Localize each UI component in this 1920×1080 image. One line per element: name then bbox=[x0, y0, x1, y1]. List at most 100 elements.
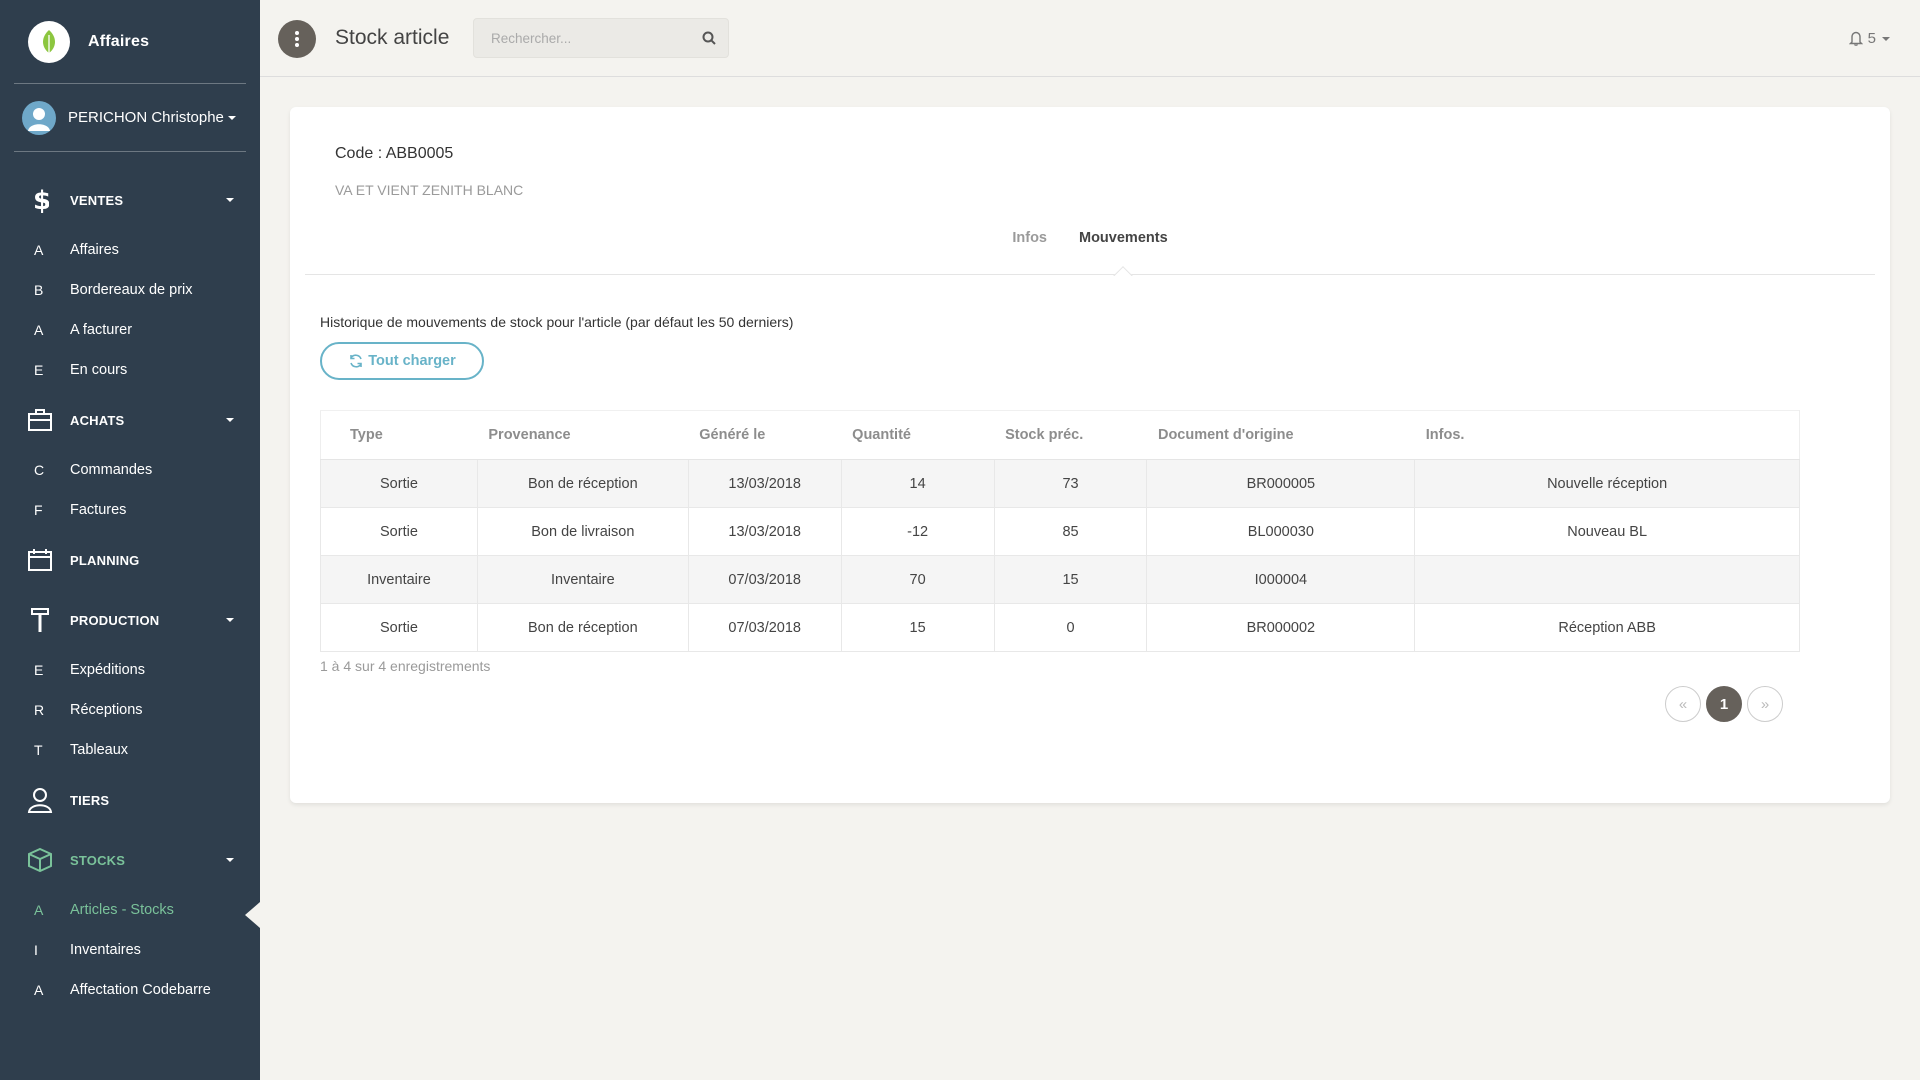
vertical-dots-icon bbox=[295, 31, 299, 47]
cell-infos: Réception ABB bbox=[1414, 603, 1800, 652]
search-icon[interactable] bbox=[690, 31, 728, 45]
tabs: Infos Mouvements bbox=[305, 215, 1875, 275]
sidebar-section-ventes[interactable]: $ VENTES bbox=[0, 170, 260, 230]
sidebar-item-label: Réceptions bbox=[70, 702, 143, 718]
item-abbr: E bbox=[34, 362, 44, 378]
chevron-down-icon bbox=[228, 116, 236, 120]
cell-stock-prec: 15 bbox=[993, 555, 1148, 604]
sidebar-item-tableaux[interactable]: T Tableaux bbox=[0, 730, 260, 770]
sidebar-section-production[interactable]: PRODUCTION bbox=[0, 590, 260, 650]
cell-type: Sortie bbox=[320, 459, 478, 508]
refresh-icon bbox=[348, 353, 364, 369]
column-header-provenance[interactable]: Provenance bbox=[477, 410, 689, 460]
table-row[interactable]: Inventaire Inventaire 07/03/2018 70 15 I… bbox=[320, 555, 1800, 604]
chevron-down-icon bbox=[226, 418, 234, 422]
chevron-down-icon bbox=[1882, 36, 1890, 41]
cell-quantite: 70 bbox=[840, 555, 995, 604]
sidebar-section-stocks[interactable]: STOCKS bbox=[0, 830, 260, 890]
movements-table: Type Provenance Généré le Quantité Stock… bbox=[320, 410, 1800, 652]
cell-stock-prec: 0 bbox=[993, 603, 1148, 652]
column-header-stock-prec[interactable]: Stock préc. bbox=[994, 410, 1147, 460]
pagination-page-button[interactable]: 1 bbox=[1706, 686, 1742, 722]
bell-icon bbox=[1848, 31, 1863, 46]
menu-toggle-button[interactable] bbox=[278, 20, 316, 58]
item-abbr: A bbox=[34, 902, 44, 918]
column-header-infos[interactable]: Infos. bbox=[1414, 410, 1800, 460]
sidebar-item-affectation-codebarre[interactable]: A Affectation Codebarre bbox=[0, 970, 260, 1010]
user-name: PERICHON Christophe bbox=[68, 109, 224, 126]
sidebar-item-articles-stocks[interactable]: A Articles - Stocks bbox=[0, 890, 260, 930]
sidebar-item-label: A facturer bbox=[70, 322, 133, 338]
user-menu[interactable]: PERICHON Christophe bbox=[14, 84, 246, 152]
cell-provenance: Bon de réception bbox=[476, 603, 689, 652]
cell-document: BR000002 bbox=[1146, 603, 1416, 652]
cell-quantite: 15 bbox=[840, 603, 995, 652]
column-header-quantite[interactable]: Quantité bbox=[841, 410, 995, 460]
cell-infos: Nouvelle réception bbox=[1414, 459, 1800, 508]
sidebar-item-label: Factures bbox=[70, 502, 127, 518]
sidebar-item-label: Affectation Codebarre bbox=[70, 982, 211, 998]
sidebar-section-tiers[interactable]: TIERS bbox=[0, 770, 260, 830]
sidebar-item-receptions[interactable]: R Réceptions bbox=[0, 690, 260, 730]
cell-date: 07/03/2018 bbox=[687, 603, 842, 652]
sidebar-item-en-cours[interactable]: E En cours bbox=[0, 350, 260, 390]
avatar bbox=[22, 100, 56, 135]
records-count: 1 à 4 sur 4 enregistrements bbox=[320, 658, 491, 674]
sidebar-section-label: PLANNING bbox=[70, 552, 140, 568]
sidebar: Affaires PERICHON Christophe $ VENTES AA… bbox=[0, 0, 260, 1080]
tab-infos[interactable]: Infos bbox=[996, 226, 1063, 274]
sidebar-item-commandes[interactable]: C Commandes bbox=[0, 450, 260, 490]
app-name: Affaires bbox=[88, 32, 150, 50]
item-abbr: F bbox=[34, 502, 43, 518]
load-all-button[interactable]: Tout charger bbox=[320, 342, 484, 380]
cell-type: Sortie bbox=[320, 603, 478, 652]
table-row[interactable]: Sortie Bon de livraison 13/03/2018 -12 8… bbox=[320, 507, 1800, 556]
column-header-genere-le[interactable]: Généré le bbox=[688, 410, 842, 460]
pagination-next-button[interactable]: » bbox=[1747, 686, 1783, 722]
sidebar-item-bordereaux[interactable]: B Bordereaux de prix bbox=[0, 270, 260, 310]
search-input[interactable] bbox=[474, 30, 690, 46]
table-row[interactable]: Sortie Bon de réception 07/03/2018 15 0 … bbox=[320, 603, 1800, 652]
table-row[interactable]: Sortie Bon de réception 13/03/2018 14 73… bbox=[320, 459, 1800, 508]
item-abbr: I bbox=[34, 942, 38, 958]
calendar-icon bbox=[26, 546, 54, 574]
pagination-prev-button[interactable]: « bbox=[1665, 686, 1701, 722]
page-title: Stock article bbox=[335, 26, 450, 49]
item-abbr: B bbox=[34, 282, 44, 298]
tab-label: Mouvements bbox=[1079, 230, 1168, 246]
sidebar-item-inventaires[interactable]: I Inventaires bbox=[0, 930, 260, 970]
sidebar-item-label: Tableaux bbox=[70, 742, 129, 758]
cell-type: Sortie bbox=[320, 507, 478, 556]
box-icon bbox=[26, 846, 54, 874]
item-abbr: A bbox=[34, 982, 44, 998]
sidebar-item-a-facturer[interactable]: A A facturer bbox=[0, 310, 260, 350]
item-abbr: A bbox=[34, 242, 44, 258]
active-indicator bbox=[245, 902, 260, 928]
sidebar-item-factures[interactable]: F Factures bbox=[0, 490, 260, 530]
sidebar-section-achats[interactable]: ACHATS bbox=[0, 390, 260, 450]
sidebar-item-label: Expéditions bbox=[70, 662, 145, 678]
search-box bbox=[473, 18, 729, 58]
sidebar-section-planning[interactable]: PLANNING bbox=[0, 530, 260, 590]
article-code: Code : ABB0005 bbox=[335, 145, 454, 162]
sidebar-item-label: Bordereaux de prix bbox=[70, 282, 193, 298]
column-header-document[interactable]: Document d'origine bbox=[1146, 410, 1415, 460]
cell-quantite: -12 bbox=[840, 507, 995, 556]
sidebar-item-label: Articles - Stocks bbox=[70, 902, 174, 918]
tab-mouvements[interactable]: Mouvements bbox=[1063, 226, 1184, 274]
sidebar-section-label: STOCKS bbox=[70, 852, 126, 868]
sidebar-item-expeditions[interactable]: E Expéditions bbox=[0, 650, 260, 690]
notifications-button[interactable]: 5 bbox=[1848, 30, 1890, 47]
sidebar-item-label: Affaires bbox=[70, 242, 119, 258]
column-header-type[interactable]: Type bbox=[320, 410, 478, 460]
item-abbr: E bbox=[34, 662, 44, 678]
cell-date: 07/03/2018 bbox=[687, 555, 842, 604]
article-card: Code : ABB0005 VA ET VIENT ZENITH BLANC … bbox=[290, 107, 1890, 803]
sidebar-item-affaires[interactable]: A Affaires bbox=[0, 230, 260, 270]
dollar-icon: $ bbox=[26, 186, 54, 214]
item-abbr: T bbox=[34, 742, 43, 758]
sidebar-item-label: En cours bbox=[70, 362, 128, 378]
cell-provenance: Inventaire bbox=[476, 555, 689, 604]
cell-date: 13/03/2018 bbox=[687, 507, 842, 556]
logo-row[interactable]: Affaires bbox=[14, 0, 246, 84]
